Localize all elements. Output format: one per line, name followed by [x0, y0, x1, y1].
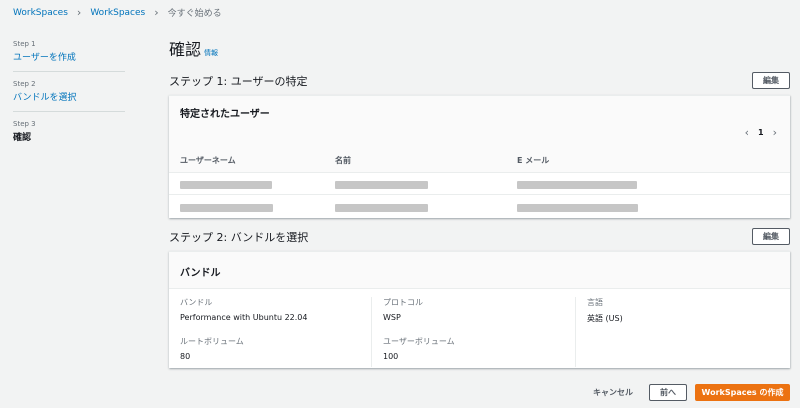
breadcrumb-workspaces[interactable]: WorkSpaces [90, 8, 145, 18]
wizard-step-1: Step 1 ユーザーを作成 [13, 40, 125, 72]
wizard-actions: キャンセル 前へ WorkSpaces の作成 [169, 384, 790, 401]
redacted-text [517, 181, 637, 189]
step-number: Step 3 [13, 120, 36, 128]
column-header-email[interactable]: E メール [506, 155, 549, 166]
user-volume-value: 100 [383, 352, 399, 361]
section-2-header: ステップ 2: バンドルを選択 編集 [169, 228, 790, 245]
wizard-step-2: Step 2 バンドルを選択 [13, 80, 125, 112]
users-table-header: ユーザーネーム 名前 E メール [169, 149, 790, 173]
bundle-details: バンドル Performance with Ubuntu 22.04 ルートボリ… [169, 289, 790, 367]
breadcrumb-current: 今すぐ始める [167, 9, 222, 19]
page-header: 確認 情報 [169, 36, 790, 60]
user-volume-label: ユーザーボリューム [383, 337, 455, 346]
edit-users-button[interactable]: 編集 [752, 72, 790, 89]
bundle-card: バンドル バンドル Performance with Ubuntu 22.04 … [169, 251, 790, 368]
chevron-right-icon: › [154, 6, 159, 19]
column-header-name[interactable]: 名前 [324, 155, 506, 166]
language-value: 英語 (US) [587, 314, 623, 323]
redacted-text [335, 181, 428, 189]
card-header: 特定されたユーザー ‹ 1 › [169, 96, 790, 149]
step-link-create-users[interactable]: ユーザーを作成 [13, 50, 125, 63]
cancel-button[interactable]: キャンセル [587, 384, 639, 401]
redacted-text [180, 181, 272, 189]
step-current-review: 確認 [13, 133, 32, 143]
chevron-right-icon[interactable]: › [773, 126, 777, 139]
language-label: 言語 [587, 298, 603, 307]
root-volume-value: 80 [180, 352, 191, 361]
protocol-label: プロトコル [383, 298, 423, 307]
page-number[interactable]: 1 [758, 128, 764, 137]
name-cell [324, 174, 506, 193]
section-1-header: ステップ 1: ユーザーの特定 編集 [169, 72, 790, 89]
info-link[interactable]: 情報 [204, 48, 218, 58]
page-title: 確認 [169, 40, 202, 59]
previous-button[interactable]: 前へ [649, 384, 687, 401]
breadcrumb: WorkSpaces › WorkSpaces › 今すぐ始める [13, 6, 222, 19]
section-1-title: ステップ 1: ユーザーの特定 [169, 74, 308, 88]
section-2-title: ステップ 2: バンドルを選択 [169, 230, 309, 244]
username-cell [169, 197, 324, 216]
card-header: バンドル [169, 252, 790, 289]
root-volume-label: ルートボリューム [180, 337, 244, 346]
identified-users-card: 特定されたユーザー ‹ 1 › ユーザーネーム 名前 E メール [169, 95, 790, 218]
bundle-value: Performance with Ubuntu 22.04 [180, 313, 308, 322]
redacted-text [517, 203, 638, 212]
redacted-text [335, 203, 428, 212]
edit-bundle-button[interactable]: 編集 [752, 228, 790, 245]
wizard-step-3: Step 3 確認 [13, 120, 125, 151]
bundle-label: バンドル [180, 298, 213, 307]
bundle-column-2: プロトコル WSP ユーザーボリューム 100 [372, 297, 576, 367]
bundle-column-3: 言語 英語 (US) [576, 297, 623, 367]
step-number: Step 1 [13, 40, 36, 48]
create-workspaces-button[interactable]: WorkSpaces の作成 [695, 384, 790, 401]
column-header-username[interactable]: ユーザーネーム [169, 155, 324, 166]
chevron-left-icon[interactable]: ‹ [745, 126, 749, 139]
table-row [169, 173, 790, 195]
table-row [169, 195, 790, 217]
email-cell [506, 197, 638, 216]
pagination: ‹ 1 › [745, 126, 777, 139]
step-link-select-bundle[interactable]: バンドルを選択 [13, 90, 125, 103]
main-content: 確認 情報 ステップ 1: ユーザーの特定 編集 特定されたユーザー ‹ 1 ›… [169, 36, 790, 401]
username-cell [169, 174, 324, 193]
protocol-value: WSP [383, 313, 401, 322]
step-number: Step 2 [13, 80, 36, 88]
email-cell [506, 174, 637, 193]
card-title: 特定されたユーザー [180, 109, 270, 120]
wizard-steps: Step 1 ユーザーを作成 Step 2 バンドルを選択 Step 3 確認 [13, 40, 125, 159]
chevron-right-icon: › [76, 6, 82, 19]
breadcrumb-workspaces-root[interactable]: WorkSpaces [13, 8, 68, 18]
bundle-column-1: バンドル Performance with Ubuntu 22.04 ルートボリ… [169, 297, 372, 367]
redacted-text [180, 203, 273, 212]
name-cell [324, 197, 506, 216]
card-title: バンドル [180, 268, 221, 279]
